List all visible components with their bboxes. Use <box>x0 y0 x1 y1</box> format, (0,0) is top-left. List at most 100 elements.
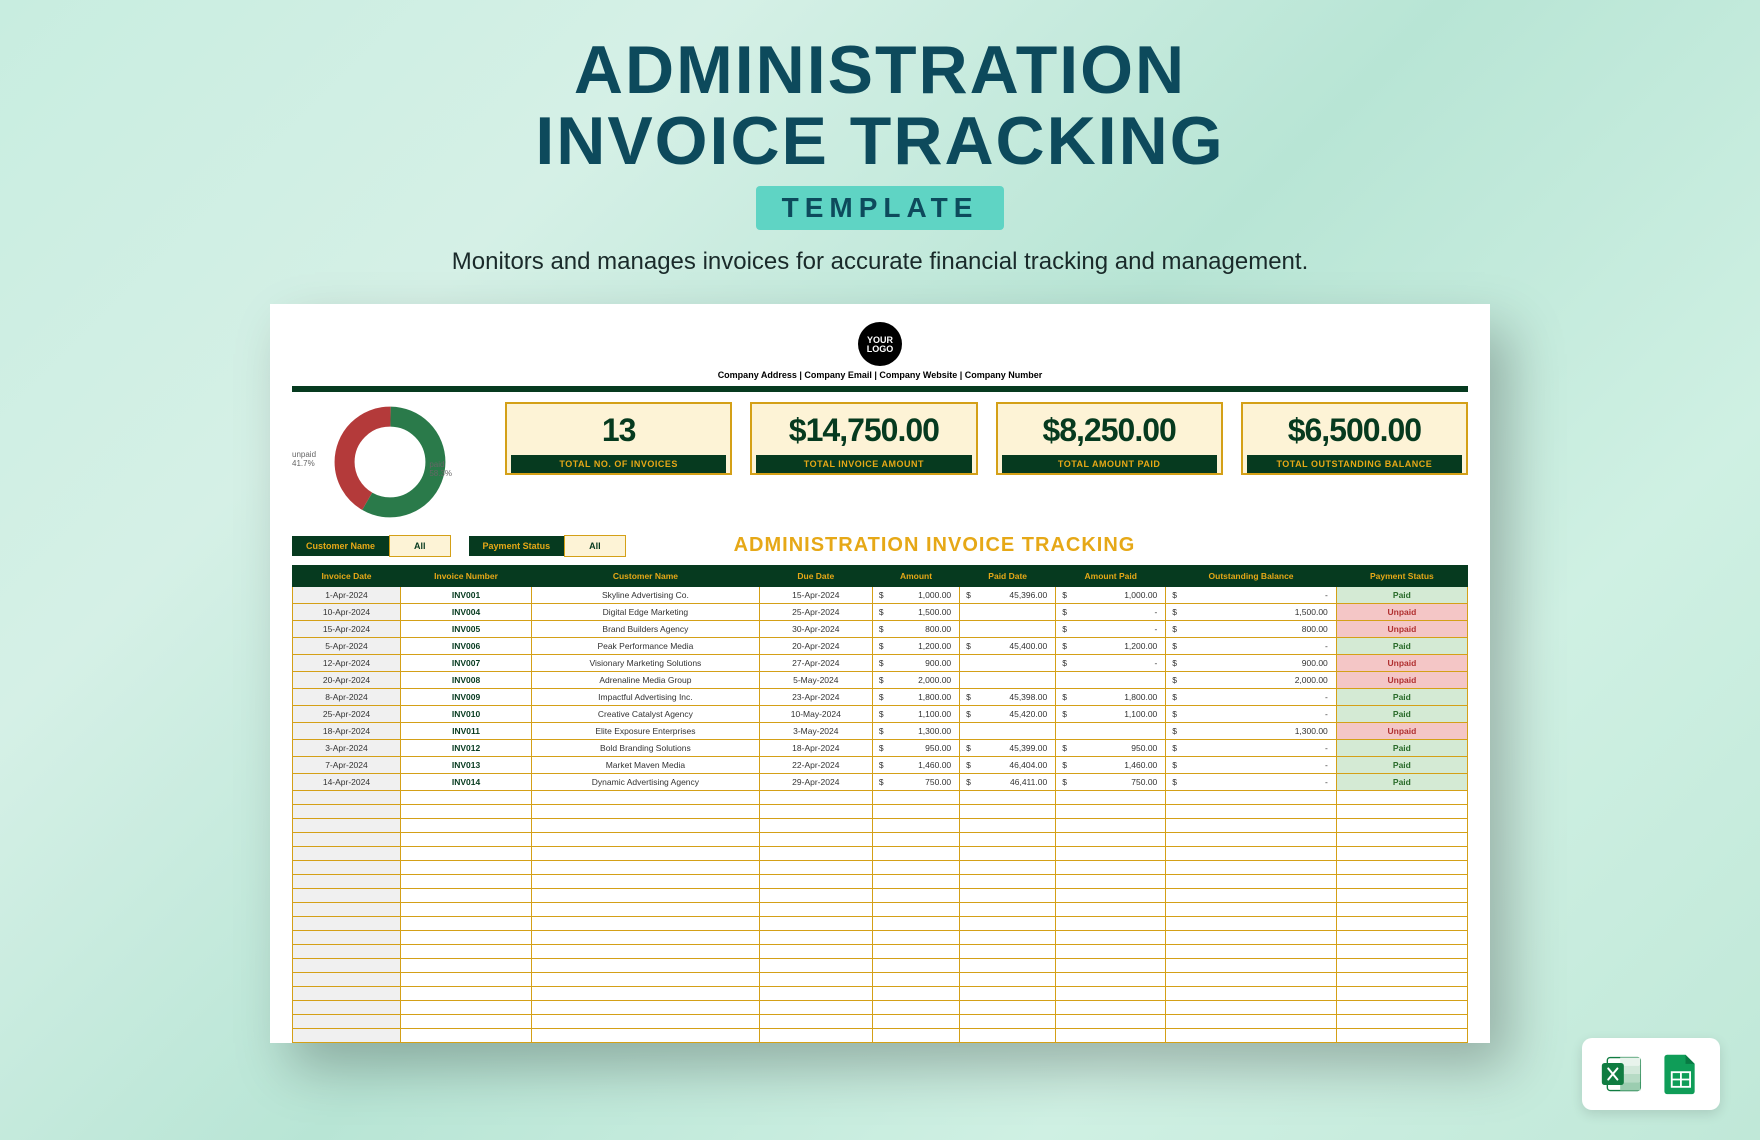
cell-amount-paid: $- <box>1056 620 1166 637</box>
cell-customer: Dynamic Advertising Agency <box>532 773 760 790</box>
cell-invoice-date: 20-Apr-2024 <box>293 671 401 688</box>
table-row <box>293 902 1468 916</box>
table-row <box>293 888 1468 902</box>
cell-customer: Creative Catalyst Agency <box>532 705 760 722</box>
table-row: 15-Apr-2024INV005Brand Builders Agency30… <box>293 620 1468 637</box>
table-row <box>293 930 1468 944</box>
summary-value: $8,250.00 <box>1042 412 1175 449</box>
table-row <box>293 874 1468 888</box>
cell-status: Paid <box>1336 637 1467 654</box>
sheets-icon <box>1658 1052 1702 1096</box>
cell-invoice-number: INV008 <box>400 671 531 688</box>
cell-customer: Bold Branding Solutions <box>532 739 760 756</box>
table-row: 3-Apr-2024INV012Bold Branding Solutions1… <box>293 739 1468 756</box>
cell-balance: $1,500.00 <box>1166 603 1337 620</box>
filter-value[interactable]: All <box>389 535 451 557</box>
cell-amount-paid: $- <box>1056 654 1166 671</box>
cell-invoice-date: 1-Apr-2024 <box>293 586 401 603</box>
cell-due-date: 27-Apr-2024 <box>759 654 872 671</box>
cell-due-date: 29-Apr-2024 <box>759 773 872 790</box>
cell-amount: $1,000.00 <box>872 586 959 603</box>
invoice-table: Invoice DateInvoice NumberCustomer NameD… <box>292 565 1468 1043</box>
filter-label: Customer Name <box>292 536 389 556</box>
table-row <box>293 846 1468 860</box>
table-row: 5-Apr-2024INV006Peak Performance Media20… <box>293 637 1468 654</box>
logo-placeholder: YOUR LOGO <box>858 322 902 366</box>
summary-label: TOTAL OUTSTANDING BALANCE <box>1247 455 1462 473</box>
summary-label: TOTAL NO. OF INVOICES <box>511 455 726 473</box>
donut-chart: unpaid41.7% paid58.3% <box>292 402 487 522</box>
excel-icon <box>1600 1052 1644 1096</box>
cell-amount-paid <box>1056 722 1166 739</box>
cell-status: Unpaid <box>1336 603 1467 620</box>
donut-label-unpaid: unpaid41.7% <box>292 450 316 468</box>
cell-invoice-number: INV005 <box>400 620 531 637</box>
cell-due-date: 5-May-2024 <box>759 671 872 688</box>
table-row <box>293 818 1468 832</box>
cell-due-date: 20-Apr-2024 <box>759 637 872 654</box>
cell-invoice-date: 8-Apr-2024 <box>293 688 401 705</box>
cell-status: Unpaid <box>1336 654 1467 671</box>
cell-invoice-number: INV011 <box>400 722 531 739</box>
cell-due-date: 3-May-2024 <box>759 722 872 739</box>
cell-balance: $- <box>1166 586 1337 603</box>
cell-balance: $1,300.00 <box>1166 722 1337 739</box>
cell-amount: $750.00 <box>872 773 959 790</box>
cell-balance: $- <box>1166 739 1337 756</box>
table-row: 25-Apr-2024INV010Creative Catalyst Agenc… <box>293 705 1468 722</box>
cell-amount-paid: $- <box>1056 603 1166 620</box>
table-row <box>293 1014 1468 1028</box>
cell-invoice-number: INV004 <box>400 603 531 620</box>
sheet-title: ADMINISTRATION INVOICE TRACKING <box>734 534 1136 557</box>
cell-balance: $- <box>1166 705 1337 722</box>
cell-status: Unpaid <box>1336 722 1467 739</box>
table-row: 18-Apr-2024INV011Elite Exposure Enterpri… <box>293 722 1468 739</box>
cell-invoice-date: 7-Apr-2024 <box>293 756 401 773</box>
table-row <box>293 790 1468 804</box>
cell-amount: $2,000.00 <box>872 671 959 688</box>
cell-invoice-number: INV009 <box>400 688 531 705</box>
cell-status: Paid <box>1336 773 1467 790</box>
column-header: Paid Date <box>960 565 1056 586</box>
page-title-line2: INVOICE TRACKING <box>535 106 1224 177</box>
cell-due-date: 25-Apr-2024 <box>759 603 872 620</box>
table-row <box>293 1000 1468 1014</box>
company-meta: Company Address | Company Email | Compan… <box>292 370 1468 380</box>
cell-status: Paid <box>1336 739 1467 756</box>
cell-amount: $950.00 <box>872 739 959 756</box>
cell-amount: $1,500.00 <box>872 603 959 620</box>
cell-due-date: 30-Apr-2024 <box>759 620 872 637</box>
table-row: 1-Apr-2024INV001Skyline Advertising Co.1… <box>293 586 1468 603</box>
table-row <box>293 958 1468 972</box>
column-header: Customer Name <box>532 565 760 586</box>
cell-paid-date <box>960 722 1056 739</box>
summary-card: $8,250.00TOTAL AMOUNT PAID <box>996 402 1223 475</box>
template-badge: TEMPLATE <box>756 186 1005 230</box>
spreadsheet-card: YOUR LOGO Company Address | Company Emai… <box>270 304 1490 1043</box>
cell-amount-paid <box>1056 671 1166 688</box>
cell-invoice-date: 3-Apr-2024 <box>293 739 401 756</box>
table-row: 7-Apr-2024INV013Market Maven Media22-Apr… <box>293 756 1468 773</box>
column-header: Outstanding Balance <box>1166 565 1337 586</box>
table-row <box>293 986 1468 1000</box>
cell-customer: Market Maven Media <box>532 756 760 773</box>
cell-due-date: 23-Apr-2024 <box>759 688 872 705</box>
cell-amount-paid: $1,800.00 <box>1056 688 1166 705</box>
cell-amount-paid: $1,200.00 <box>1056 637 1166 654</box>
summary-value: 13 <box>602 412 636 449</box>
filter-value[interactable]: All <box>564 535 626 557</box>
cell-amount: $900.00 <box>872 654 959 671</box>
summary-value: $14,750.00 <box>789 412 939 449</box>
table-row <box>293 944 1468 958</box>
cell-customer: Impactful Advertising Inc. <box>532 688 760 705</box>
cell-invoice-number: INV001 <box>400 586 531 603</box>
summary-label: TOTAL INVOICE AMOUNT <box>756 455 971 473</box>
cell-amount: $1,200.00 <box>872 637 959 654</box>
cell-due-date: 15-Apr-2024 <box>759 586 872 603</box>
cell-customer: Brand Builders Agency <box>532 620 760 637</box>
cell-paid-date <box>960 671 1056 688</box>
cell-customer: Peak Performance Media <box>532 637 760 654</box>
summary-card: $6,500.00TOTAL OUTSTANDING BALANCE <box>1241 402 1468 475</box>
cell-paid-date: $46,404.00 <box>960 756 1056 773</box>
table-row: 8-Apr-2024INV009Impactful Advertising In… <box>293 688 1468 705</box>
